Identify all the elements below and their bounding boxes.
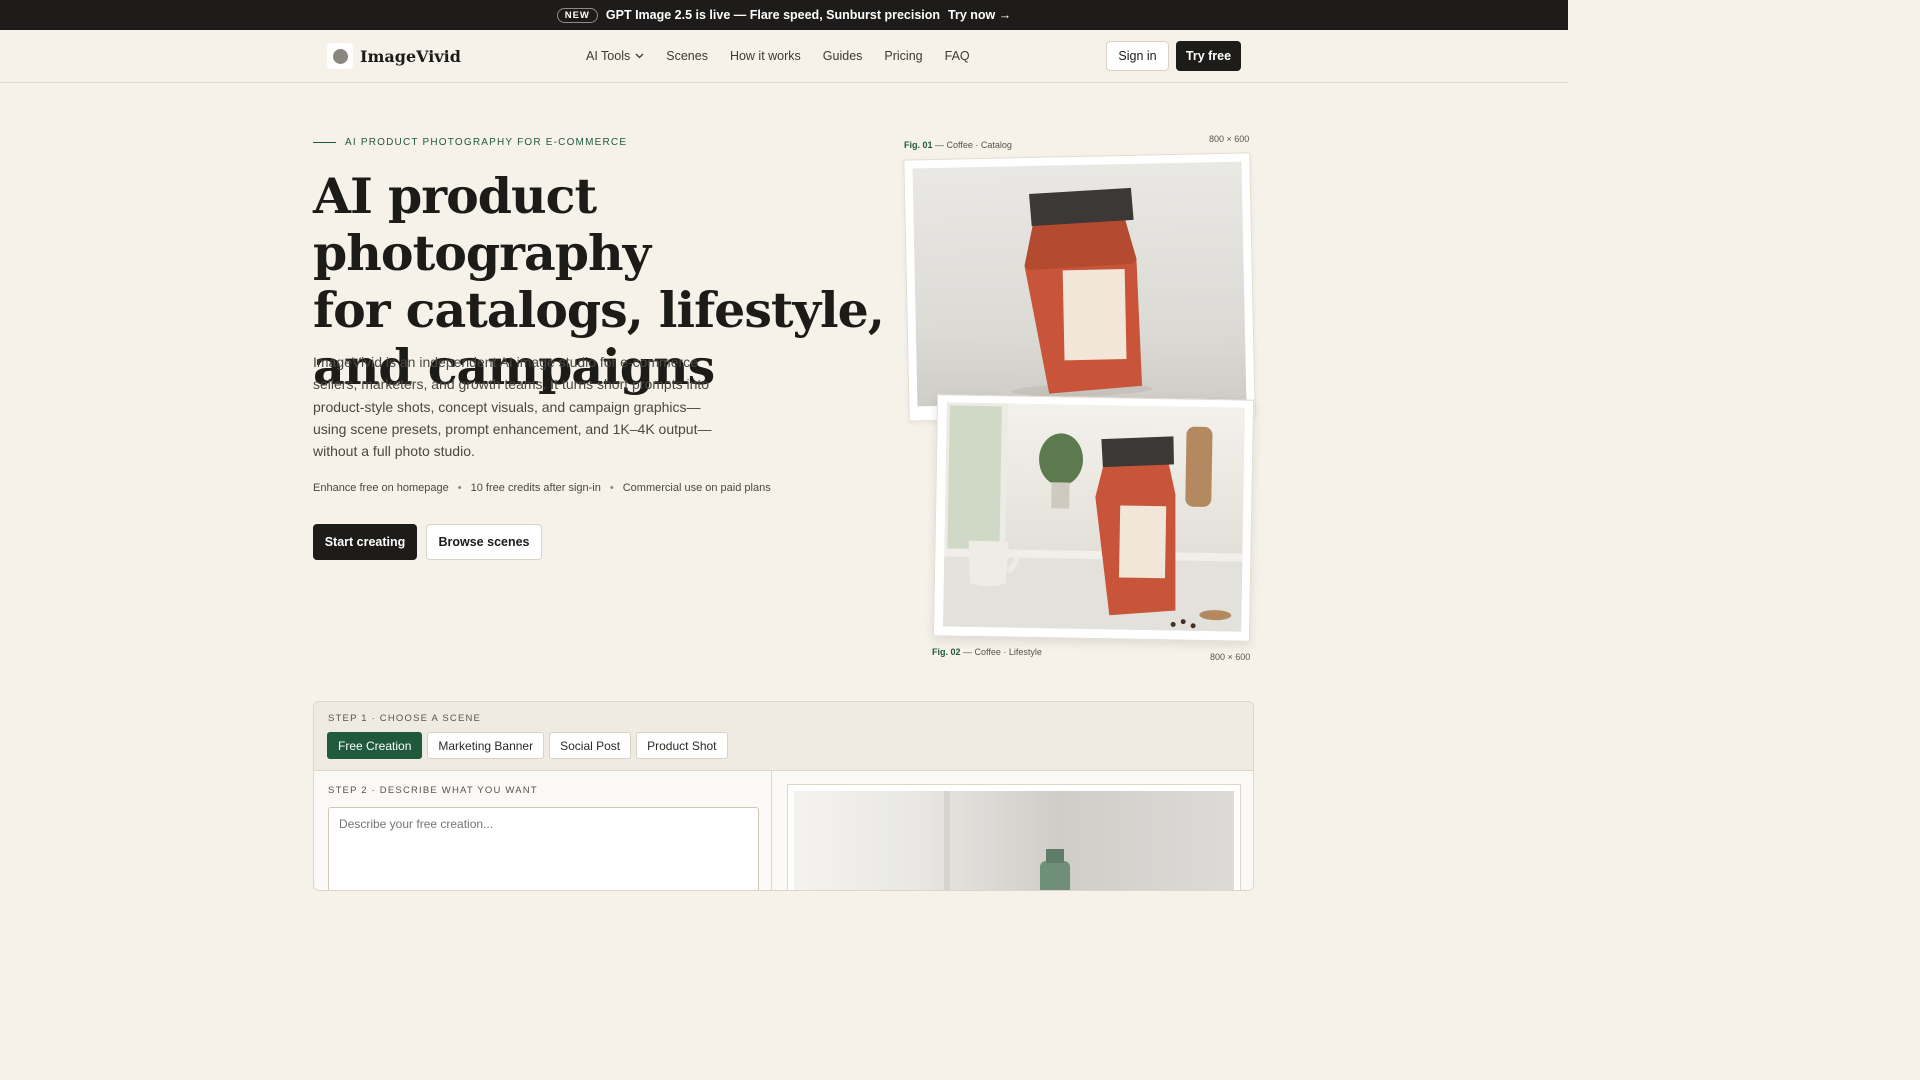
- figure-caption-text: — Coffee · Catalog: [935, 140, 1012, 150]
- figure-size: 800 × 600: [1209, 134, 1250, 144]
- lifestyle-scene-image: [943, 402, 1245, 632]
- photo-image: [912, 161, 1247, 407]
- figure-caption: Fig. 02 — Coffee · Lifestyle: [932, 647, 1042, 657]
- nav-link-pricing[interactable]: Pricing: [884, 49, 922, 63]
- new-badge: NEW: [556, 7, 598, 23]
- panel-divider: [771, 771, 772, 890]
- figure-caption: Fig. 01 — Coffee · Catalog: [904, 140, 1012, 150]
- browse-scenes-button[interactable]: Browse scenes: [426, 524, 542, 560]
- sign-in-button[interactable]: Sign in: [1106, 41, 1169, 71]
- try-free-button[interactable]: Try free: [1176, 41, 1241, 71]
- hero-title-line: for catalogs, lifestyle,: [313, 281, 885, 339]
- announcement-message: GPT Image 2.5 is live — Flare speed, Sun…: [605, 8, 941, 22]
- hero-description: ImageVivid is an independent AI image st…: [313, 354, 712, 460]
- scene-tabs: Free Creation Marketing Banner Social Po…: [327, 732, 733, 759]
- chevron-down-icon: [635, 51, 644, 61]
- step1-label: STEP 1 · CHOOSE A SCENE: [328, 713, 482, 724]
- nav-link-scenes[interactable]: Scenes: [666, 49, 708, 63]
- hero-perks: Enhance free on homepage • 10 free credi…: [313, 482, 771, 494]
- nav-link-how-it-works[interactable]: How it works: [730, 49, 801, 63]
- brand-name: ImageVivid: [360, 46, 461, 66]
- coffee-bag-image: [1012, 187, 1153, 397]
- generator-body: STEP 2 · DESCRIBE WHAT YOU WANT: [314, 770, 1253, 890]
- step2-label: STEP 2 · DESCRIBE WHAT YOU WANT: [328, 785, 538, 796]
- announcement-bar: NEW GPT Image 2.5 is live — Flare speed,…: [0, 0, 1568, 30]
- figure-size: 800 × 600: [1210, 652, 1251, 662]
- bottle-image: [944, 791, 1070, 890]
- preview-frame: [787, 784, 1241, 890]
- logo-icon: [327, 43, 353, 69]
- scene-tab-product-shot[interactable]: Product Shot: [636, 732, 728, 759]
- start-creating-button[interactable]: Start creating: [313, 524, 417, 560]
- eyebrow-text: AI PRODUCT PHOTOGRAPHY FOR E-COMMERCE: [345, 137, 628, 148]
- preview-image: [794, 791, 1234, 890]
- product-photo-lifestyle: [932, 394, 1255, 642]
- top-nav: ImageVivid AI Tools Scenes How it works …: [0, 30, 1568, 83]
- hero-title-line: AI product photography: [313, 167, 651, 282]
- separator-dot: •: [457, 482, 462, 494]
- perk-item: 10 free credits after sign-in: [470, 482, 601, 494]
- perk-item: Commercial use on paid plans: [622, 482, 771, 494]
- scene-tab-social-post[interactable]: Social Post: [549, 732, 632, 759]
- nav-link-label: AI Tools: [586, 49, 631, 63]
- nav-link-ai-tools[interactable]: AI Tools: [586, 49, 644, 63]
- announcement-cta-link[interactable]: Try now →: [948, 8, 1011, 22]
- figure-caption-text: — Coffee · Lifestyle: [963, 647, 1042, 657]
- separator-dot: •: [609, 482, 614, 494]
- eyebrow-rule: [313, 142, 336, 143]
- nav-link-guides[interactable]: Guides: [823, 49, 863, 63]
- perk-item: Enhance free on homepage: [313, 482, 449, 494]
- scene-tab-marketing-banner[interactable]: Marketing Banner: [427, 732, 545, 759]
- nav-link-faq[interactable]: FAQ: [945, 49, 970, 63]
- figure-label: Fig. 01: [904, 140, 933, 150]
- brand-logo-link[interactable]: ImageVivid: [327, 43, 461, 69]
- photo-image: [943, 402, 1245, 632]
- generator-panel: STEP 1 · CHOOSE A SCENE Free Creation Ma…: [313, 701, 1254, 891]
- hero-eyebrow: AI PRODUCT PHOTOGRAPHY FOR E-COMMERCE: [313, 137, 627, 148]
- nav-links: AI Tools Scenes How it works Guides Pric…: [586, 30, 992, 82]
- scene-tab-free-creation[interactable]: Free Creation: [327, 732, 423, 759]
- figure-label: Fig. 02: [932, 647, 961, 657]
- product-photo-catalog: [903, 152, 1256, 422]
- prompt-input[interactable]: [328, 807, 759, 890]
